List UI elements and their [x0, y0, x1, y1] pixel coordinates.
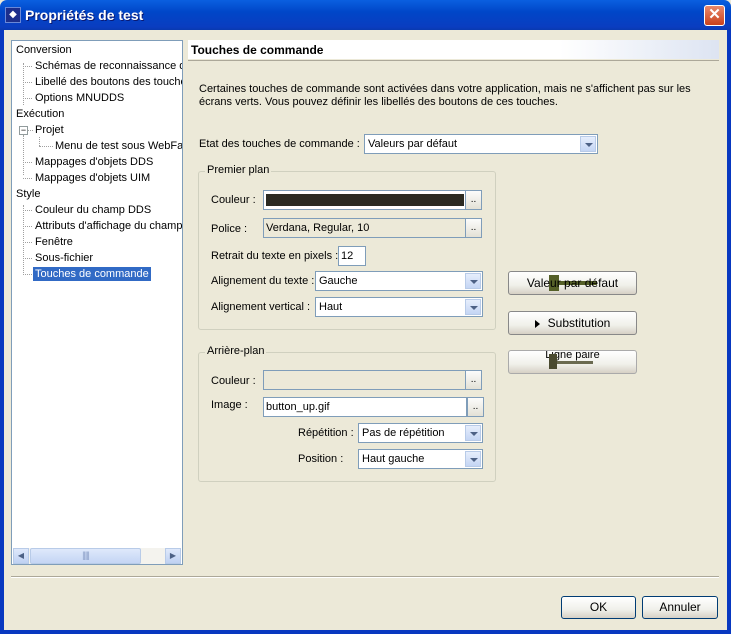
etat-label: Etat des touches de commande :: [199, 138, 360, 150]
valeur-par-defaut-label: Valeur par défaut: [526, 276, 619, 290]
scroll-left-icon[interactable]: ◀: [13, 548, 29, 564]
page-title: Touches de commande: [191, 43, 324, 57]
window-title: Propriétés de test: [25, 7, 144, 23]
etat-dropdown[interactable]: Valeurs par défaut: [364, 134, 598, 154]
tree-item-libelle-boutons[interactable]: Libellé des boutons des touche: [35, 75, 182, 89]
tree-item-couleur-champ[interactable]: Couleur du champ DDS: [35, 203, 151, 217]
chevron-down-icon[interactable]: [465, 425, 481, 441]
alignement-texte-value: Gauche: [319, 275, 358, 287]
ligne-paire-label: Ligne paire: [545, 350, 600, 361]
tree-connector: [23, 226, 32, 227]
substitution-label: Substitution: [547, 316, 611, 330]
alignement-texte-label: Alignement du texte :: [211, 275, 315, 287]
bg-color-field[interactable]: [263, 370, 467, 390]
tree-item-style[interactable]: Style: [16, 187, 40, 201]
retrait-input[interactable]: 12: [338, 246, 366, 266]
tree-connector: [23, 205, 24, 275]
repetition-value: Pas de répétition: [362, 427, 445, 439]
preview-ligne-paire-button[interactable]: Ligne paire: [508, 350, 637, 374]
alignement-vertical-value: Haut: [319, 301, 343, 313]
category-tree[interactable]: Conversion Schémas de reconnaissance d L…: [11, 40, 183, 565]
fg-color-field[interactable]: [263, 190, 467, 210]
position-value: Haut gauche: [362, 453, 425, 465]
image-label: Image :: [211, 399, 248, 411]
preview-substitution-button[interactable]: Substitution: [508, 311, 637, 335]
tree-item-projet[interactable]: Projet: [35, 123, 64, 137]
tree-item-options-mnudds[interactable]: Options MNUDDS: [35, 91, 124, 105]
position-dropdown[interactable]: Haut gauche: [358, 449, 483, 469]
police-label: Police :: [211, 223, 248, 235]
police-value: Verdana, Regular, 10: [266, 222, 370, 234]
tree-connector: [23, 135, 24, 175]
scroll-thumb[interactable]: |||||: [30, 548, 141, 564]
tree-connector: [39, 146, 53, 147]
scroll-right-icon[interactable]: ▶: [165, 548, 181, 564]
tree-item-attributs[interactable]: Attributs d'affichage du champ: [35, 219, 182, 233]
chevron-down-icon[interactable]: [465, 299, 481, 315]
police-field[interactable]: Verdana, Regular, 10: [263, 218, 467, 238]
tree-item-schemas[interactable]: Schémas de reconnaissance d: [35, 59, 182, 73]
repetition-label: Répétition :: [298, 427, 354, 439]
tree-connector: [23, 210, 32, 211]
header-divider: [188, 60, 719, 61]
ok-button[interactable]: OK: [561, 596, 636, 619]
expander-collapse-icon[interactable]: −: [19, 126, 28, 135]
alignement-texte-dropdown[interactable]: Gauche: [315, 271, 483, 291]
horizontal-scrollbar[interactable]: ◀ ||||| ▶: [13, 548, 181, 564]
retrait-label: Retrait du texte en pixels :: [211, 250, 339, 262]
tree-item-sous-fichier[interactable]: Sous-fichier: [35, 251, 93, 265]
window-frame-right: [727, 30, 731, 634]
section-header: Touches de commande: [188, 40, 719, 59]
tree-connector: [23, 258, 32, 259]
tree-connector: [39, 137, 40, 146]
position-label: Position :: [298, 453, 344, 465]
tree-connector: [23, 82, 32, 83]
tree-connector: [23, 162, 32, 163]
window-frame-bottom: [0, 630, 731, 634]
tree-item-execution[interactable]: Exécution: [16, 107, 64, 121]
image-value: button_up.gif: [266, 401, 330, 413]
tree-connector: [23, 274, 32, 275]
button-image-fragment: [549, 354, 557, 369]
repetition-dropdown[interactable]: Pas de répétition: [358, 423, 483, 443]
retrait-value: 12: [341, 250, 354, 262]
image-input[interactable]: button_up.gif: [263, 397, 467, 417]
premier-plan-title: Premier plan: [205, 164, 272, 176]
footer-divider-highlight: [11, 577, 719, 578]
tree-item-conversion[interactable]: Conversion: [16, 43, 72, 57]
chevron-down-icon[interactable]: [580, 136, 596, 152]
chevron-down-icon[interactable]: [465, 273, 481, 289]
tree-connector: [23, 178, 32, 179]
chevron-down-icon[interactable]: [465, 451, 481, 467]
app-icon: ◆: [5, 7, 21, 23]
tree-item-mappages-uim[interactable]: Mappages d'objets UIM: [35, 171, 150, 185]
fg-color-swatch: [266, 194, 464, 206]
cancel-button[interactable]: Annuler: [642, 596, 718, 619]
arriere-plan-title: Arrière-plan: [205, 345, 267, 357]
description-text: Certaines touches de commande sont activ…: [199, 83, 691, 108]
fg-color-browse-button[interactable]: ..: [465, 190, 482, 210]
bg-couleur-label: Couleur :: [211, 375, 256, 387]
alignement-vertical-dropdown[interactable]: Haut: [315, 297, 483, 317]
tree-item-mappages-dds[interactable]: Mappages d'objets DDS: [35, 155, 153, 169]
bg-color-browse-button[interactable]: ..: [465, 370, 482, 390]
tree-connector: [23, 98, 32, 99]
tree-item-touches-commande[interactable]: Touches de commande: [33, 267, 151, 281]
close-button[interactable]: ✕: [704, 5, 725, 26]
alignement-vertical-label: Alignement vertical :: [211, 301, 311, 313]
tree-connector: [23, 242, 32, 243]
fg-couleur-label: Couleur :: [211, 194, 256, 206]
image-browse-button[interactable]: ..: [467, 397, 484, 417]
preview-valeur-par-defaut-button[interactable]: Valeur par défaut: [508, 271, 637, 295]
police-browse-button[interactable]: ..: [465, 218, 482, 238]
tree-connector: [23, 66, 32, 67]
tree-item-fenetre[interactable]: Fenêtre: [35, 235, 73, 249]
title-bar[interactable]: ◆ Propriétés de test ✕: [0, 0, 731, 30]
etat-value: Valeurs par défaut: [368, 138, 458, 150]
button-image-fragment: [557, 361, 593, 364]
play-triangle-icon: [534, 319, 540, 328]
tree-connector: [28, 130, 33, 131]
window-frame-left: [0, 30, 4, 634]
tree-item-menu-test[interactable]: Menu de test sous WebFa: [55, 139, 182, 153]
